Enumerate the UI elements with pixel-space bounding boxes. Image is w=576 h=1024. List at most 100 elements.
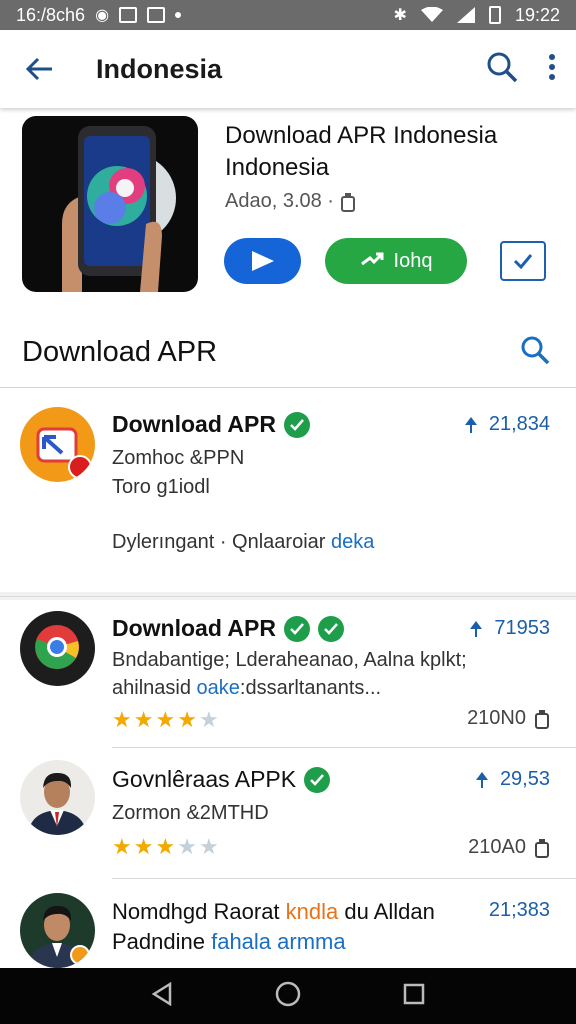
home-circle-icon [275,981,301,1006]
list-item-icon [20,611,95,686]
mail-notification-icon [147,7,166,23]
download-arrow-icon [470,620,483,637]
list-item-title: Govnlêraas APPK [112,766,331,793]
app-icon [22,116,198,292]
list-item-icon [20,407,95,482]
section-search-button[interactable] [520,335,550,370]
star-icon: ★ [155,707,176,732]
wishlist-button[interactable] [500,241,546,281]
app-name: Download APR Indonesia Indonesia [225,122,498,181]
category-text: Dylerıngant · Qnlaaroiar [112,531,331,553]
size-text: 210N0 [467,707,526,729]
list-item-title: Download APR [112,615,344,642]
star-icon: ★ [177,707,197,732]
download-arrow-icon [464,416,477,433]
play-button[interactable] [224,238,301,284]
list-item-developer: Zormon &2MTHD [112,802,269,824]
title-text-rest: du Alldan [338,899,435,924]
star-icon: ★ [112,834,132,859]
rating-stars: ★ ★ ★ ★ ★ [112,834,219,860]
install-icon [360,252,384,266]
list-item-title: Nomdhgd Raorat kndla du Alldan [112,899,435,925]
size-text: 210A0 [468,836,526,858]
app-meta: Adao, 3.08 · [225,190,356,213]
back-arrow-icon [26,57,52,81]
list-item-developer: Zomhoc &PPN [112,447,245,469]
verified-icon [304,766,331,793]
section-title: Download APR [22,336,218,368]
search-icon [521,336,550,365]
page-title: Indonesia [96,53,223,84]
verified-icon [283,411,310,438]
list-item-avatar [20,760,95,835]
system-navigation-bar [0,968,576,1024]
download-count: 29,53 [499,768,550,790]
list-item-title-text: Download APR [112,411,276,437]
title-text: Nomdhgd Raorat [112,899,286,924]
star-icon: ★ [198,707,219,732]
star-icon: ★ [133,834,154,859]
download-size-icon [340,192,355,212]
star-icon: ★ [133,707,154,732]
person-avatar-icon [28,772,87,835]
gallery-notification-icon [119,7,138,23]
recents-square-icon [403,983,425,1004]
back-button[interactable] [0,30,80,108]
status-time-left: 16:/8ch6 [16,4,86,25]
nav-back-button[interactable] [151,981,173,1011]
bluetooth-icon: ✱ [393,7,407,24]
verified-icon [283,615,310,642]
list-item-downloads: 29,53 [474,768,550,791]
person-avatar-icon [28,905,90,968]
download-count: 21,834 [488,413,550,435]
list-item-avatar [20,893,95,968]
list-item-description: Padndine fahala armma [112,929,346,955]
notification-icon: ◉ [95,7,110,24]
category-link[interactable]: deka [331,531,374,553]
desc-link[interactable]: fahala armma [211,929,346,954]
more-vert-icon [549,53,555,80]
list-item[interactable]: Download APR Bndabantige; Lderaheanao, A… [0,597,576,747]
verified-icon [317,615,344,642]
list-item-size: 210A0 [468,836,550,859]
wifi-icon [420,7,443,22]
app-meta-text: Adao, 3.08 · [225,190,334,212]
search-icon [487,52,518,82]
check-icon [513,254,533,269]
nav-recents-button[interactable] [403,983,425,1010]
list-item-description: Bndabantige; Lderaheanao, Aalna kplkt; [112,649,467,671]
chrome-icon [35,625,79,669]
star-icon: ★ [155,834,176,859]
star-icon: ★ [198,834,219,859]
storage-icon [535,709,549,729]
status-bar: 16:/8ch6 ◉ ✱ 19:22 [0,0,576,30]
nav-home-button[interactable] [275,981,301,1012]
install-label: Iohq [393,249,433,272]
list-item-category: Dylerıngant · Qnlaaroiar deka [112,531,374,554]
play-icon [251,251,274,271]
status-time-right: 19:22 [514,4,560,25]
search-button[interactable] [486,51,518,88]
download-count: 21;383 [488,899,550,921]
desc-link[interactable]: oake [197,677,240,699]
list-item-title-text: Download APR [112,615,276,641]
title-accent: kndla [285,899,339,924]
back-triangle-icon [151,981,172,1006]
rating-stars: ★ ★ ★ ★ ★ [112,707,219,733]
list-item[interactable]: Download APR Zomhoc &PPN Toro g1iodl Dyl… [0,389,576,592]
section-header: Download APR [0,318,576,388]
desc-text: ahilnasid [112,677,197,699]
list-item-downloads: 21,834 [463,413,550,436]
storage-icon [535,838,549,858]
phone-in-hand-icon [62,126,176,292]
app-bar: Indonesia [0,30,576,108]
install-button[interactable]: Iohq [325,238,467,284]
list-item-description-2: ahilnasid oake:dssarltanants... [112,677,381,700]
list-item-downloads: 71953 [468,617,550,640]
list-item-title: Download APR [112,411,310,438]
list-item-subtitle: Toro g1iodl [112,476,210,498]
star-icon: ★ [112,707,132,732]
list-item[interactable]: Govnlêraas APPK Zormon &2MTHD ★ ★ ★ ★ ★ 29,5… [0,748,576,878]
list-item[interactable]: Nomdhgd Raorat kndla du Alldan Padndine … [0,879,576,968]
overflow-menu-button[interactable] [548,53,556,85]
